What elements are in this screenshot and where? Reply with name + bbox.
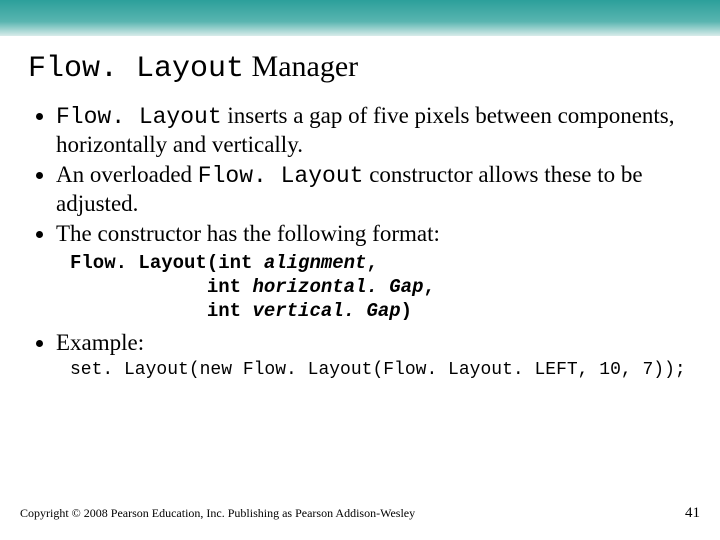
title-code: Flow. Layout bbox=[28, 52, 244, 86]
bullet-text: Example: bbox=[56, 330, 144, 355]
code-text: ) bbox=[401, 300, 412, 322]
code-param: alignment bbox=[264, 252, 367, 274]
copyright-text: Copyright © 2008 Pearson Education, Inc.… bbox=[20, 506, 415, 521]
bullet-text: The constructor has the following format… bbox=[56, 221, 440, 246]
footer: Copyright © 2008 Pearson Education, Inc.… bbox=[20, 505, 700, 522]
code-text: Flow. Layout(int bbox=[70, 252, 264, 274]
bullet-list: Flow. Layout inserts a gap of five pixel… bbox=[56, 102, 692, 248]
bullet-item: Flow. Layout inserts a gap of five pixel… bbox=[56, 102, 692, 159]
bullet-item: The constructor has the following format… bbox=[56, 220, 692, 248]
code-text: , bbox=[423, 276, 434, 298]
code-text: , bbox=[366, 252, 377, 274]
header-gradient-bar bbox=[0, 0, 720, 36]
bullet-list-2: Example: bbox=[56, 329, 692, 357]
title-rest: Manager bbox=[244, 50, 358, 83]
bullet-code: Flow. Layout bbox=[198, 163, 364, 189]
code-param: horizontal. Gap bbox=[252, 276, 423, 298]
bullet-item: An overloaded Flow. Layout constructor a… bbox=[56, 161, 692, 218]
code-text: int bbox=[70, 300, 252, 322]
example-code: set. Layout(new Flow. Layout(Flow. Layou… bbox=[70, 360, 692, 380]
page-number: 41 bbox=[685, 505, 700, 522]
code-text: int bbox=[70, 276, 252, 298]
constructor-signature: Flow. Layout(int alignment, int horizont… bbox=[70, 252, 692, 323]
slide-content: Flow. Layout Manager Flow. Layout insert… bbox=[0, 36, 720, 380]
code-param: vertical. Gap bbox=[252, 300, 400, 322]
bullet-code: Flow. Layout bbox=[56, 104, 222, 130]
bullet-text: An overloaded bbox=[56, 162, 198, 187]
slide-title: Flow. Layout Manager bbox=[28, 50, 692, 86]
bullet-item: Example: bbox=[56, 329, 692, 357]
